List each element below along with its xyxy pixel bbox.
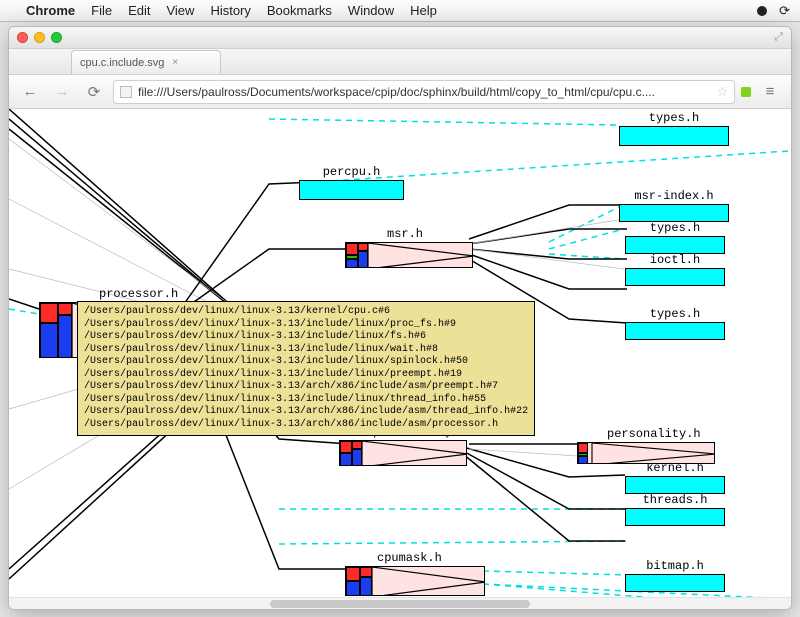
window-minimize-button[interactable] (34, 32, 45, 43)
node-label: percpu.h (299, 165, 404, 179)
hamburger-menu-icon[interactable]: ≡ (757, 80, 783, 104)
node-label: types.h (625, 221, 725, 235)
node-msr-index-h[interactable]: msr-index.h (619, 189, 729, 222)
url-input[interactable]: file:///Users/paulross/Documents/workspa… (113, 80, 735, 104)
menu-window[interactable]: Window (348, 3, 394, 18)
app-name[interactable]: Chrome (26, 3, 75, 18)
node-personality-sub[interactable]: personality.h (577, 427, 715, 464)
node-label: ioctl.h (625, 253, 725, 267)
tooltip-line: /Users/paulross/dev/linux/linux-3.13/inc… (84, 319, 528, 332)
node-bitmap-h[interactable]: bitmap.h (625, 559, 725, 592)
tooltip-line: /Users/paulross/dev/linux/linux-3.13/arc… (84, 381, 528, 394)
menu-edit[interactable]: Edit (128, 3, 150, 18)
node-label: msr-index.h (619, 189, 729, 203)
menu-file[interactable]: File (91, 3, 112, 18)
tab-close-button[interactable]: × (172, 57, 178, 68)
forward-button[interactable]: → (49, 80, 75, 104)
back-button[interactable]: ← (17, 80, 43, 104)
node-percpu-h[interactable]: percpu.h (299, 165, 404, 200)
reload-button[interactable]: ⟳ (81, 80, 107, 104)
node-label: personality.h (607, 427, 715, 441)
node-label: msr.h (387, 227, 473, 241)
tooltip-line: /Users/paulross/dev/linux/linux-3.13/inc… (84, 331, 528, 344)
node-label: cpumask.h (377, 551, 485, 565)
node-label: processor.h (99, 287, 189, 301)
tooltip-line: /Users/paulross/dev/linux/linux-3.13/inc… (84, 356, 528, 369)
menu-bookmarks[interactable]: Bookmarks (267, 3, 332, 18)
node-types-h-1[interactable]: types.h (619, 111, 729, 146)
tab-title: cpu.c.include.svg (80, 57, 164, 69)
page-content[interactable]: types.h percpu.h msr-index.h types.h ioc… (9, 109, 791, 609)
browser-tab[interactable]: cpu.c.include.svg × (71, 50, 221, 74)
node-threads-h[interactable]: threads.h (625, 493, 725, 526)
window-close-button[interactable] (17, 32, 28, 43)
menu-history[interactable]: History (210, 3, 250, 18)
node-label: types.h (619, 111, 729, 125)
node-types-h-3[interactable]: types.h (625, 307, 725, 340)
node-kernel-h[interactable]: kernel.h (625, 461, 725, 494)
window-maximize-button[interactable] (51, 32, 62, 43)
tooltip-line: /Users/paulross/dev/linux/linux-3.13/inc… (84, 394, 528, 407)
node-label: threads.h (625, 493, 725, 507)
node-label: bitmap.h (625, 559, 725, 573)
macos-menubar: Chrome File Edit View History Bookmarks … (0, 0, 800, 22)
scrollbar-thumb[interactable] (270, 600, 530, 608)
window-titlebar: ⤢ (9, 27, 791, 49)
status-dot-icon[interactable] (757, 6, 767, 16)
menu-help[interactable]: Help (410, 3, 437, 18)
bookmark-star-icon[interactable]: ☆ (716, 84, 728, 100)
node-types-h-2[interactable]: types.h (625, 221, 725, 254)
chrome-window: ⤢ cpu.c.include.svg × ← → ⟳ file:///User… (8, 26, 792, 610)
node-ioctl-h[interactable]: ioctl.h (625, 253, 725, 286)
tab-strip: cpu.c.include.svg × (9, 49, 791, 75)
tooltip-line: /Users/paulross/dev/linux/linux-3.13/ker… (84, 306, 528, 319)
include-trace-tooltip: /Users/paulross/dev/linux/linux-3.13/ker… (77, 301, 535, 436)
tooltip-line: /Users/paulross/dev/linux/linux-3.13/arc… (84, 419, 528, 432)
extension-icon[interactable] (741, 87, 751, 97)
fullscreen-icon[interactable]: ⤢ (774, 31, 783, 44)
node-msr-h[interactable]: msr.h (345, 227, 473, 268)
menu-view[interactable]: View (166, 3, 194, 18)
address-bar: ← → ⟳ file:///Users/paulross/Documents/w… (9, 75, 791, 109)
url-text: file:///Users/paulross/Documents/workspa… (138, 85, 655, 99)
tooltip-line: /Users/paulross/dev/linux/linux-3.13/arc… (84, 406, 528, 419)
node-label: types.h (625, 307, 725, 321)
horizontal-scrollbar[interactable] (9, 597, 791, 609)
node-cpumask-h[interactable]: cpumask.h (345, 551, 485, 596)
sync-icon[interactable]: ⟳ (779, 3, 790, 19)
file-icon (120, 86, 132, 98)
tooltip-line: /Users/paulross/dev/linux/linux-3.13/inc… (84, 369, 528, 382)
tooltip-line: /Users/paulross/dev/linux/linux-3.13/inc… (84, 344, 528, 357)
